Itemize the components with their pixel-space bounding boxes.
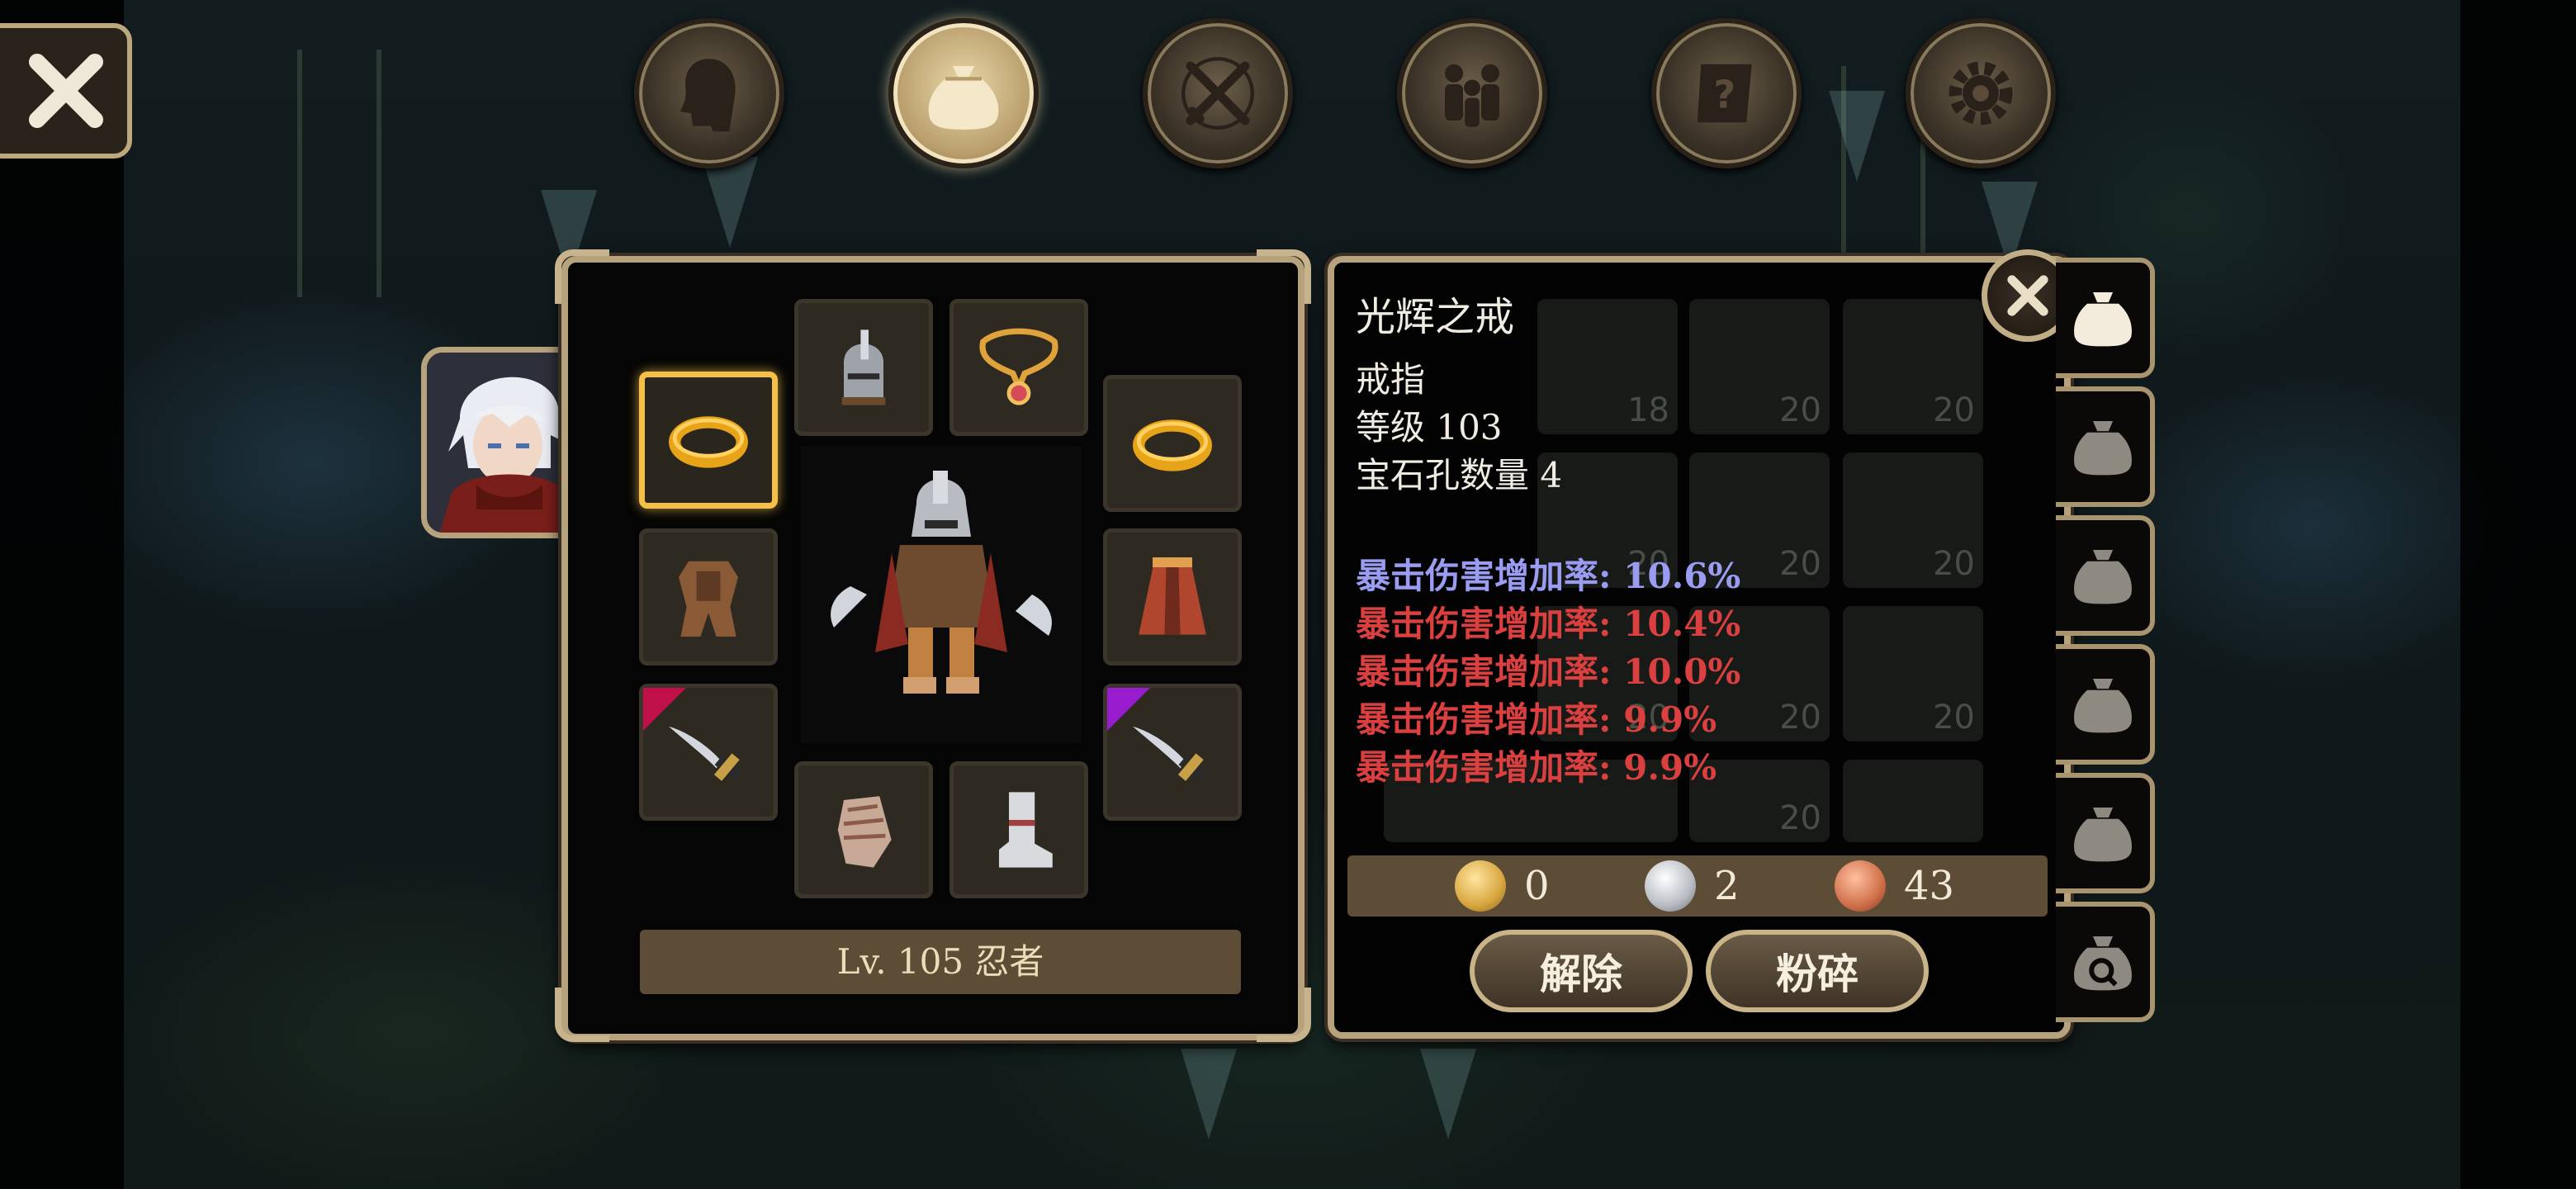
bag-icon	[2074, 292, 2132, 347]
character-preview	[801, 446, 1082, 743]
item-level: 等级 103	[1356, 407, 1503, 448]
svg-text:?: ?	[1713, 73, 1735, 117]
bag-page-tab-2[interactable]	[2056, 386, 2155, 507]
settings-tab[interactable]	[1906, 18, 2056, 168]
unequip-button[interactable]: 解除	[1470, 930, 1693, 1012]
rarity-marker	[643, 688, 686, 731]
boots-icon	[999, 792, 1053, 868]
silver-amount: 2	[1714, 863, 1740, 909]
smash-button[interactable]: 粉碎	[1706, 930, 1929, 1012]
inventory-slot-faded	[1843, 760, 1983, 842]
armor-slot[interactable]	[639, 528, 778, 666]
bag-page-tab-4[interactable]	[2056, 644, 2155, 765]
gear-icon	[1949, 61, 2013, 126]
profile-tab[interactable]	[634, 18, 784, 168]
bag-search-tab[interactable]	[2056, 902, 2155, 1022]
right-shadow	[2460, 0, 2576, 1189]
gold-coin-icon	[1455, 860, 1506, 912]
close-icon	[29, 54, 103, 128]
necklace-slot[interactable]	[949, 299, 1088, 436]
necklace-icon	[979, 328, 1058, 405]
bag-icon	[928, 66, 999, 130]
item-attribute-line: 暴击伤害增加率: 10.6%	[1356, 556, 1741, 596]
close-icon	[2007, 275, 2048, 316]
gauntlet-icon	[837, 796, 892, 868]
waterfall-marker	[1829, 91, 1885, 182]
waterfall-marker	[702, 157, 758, 248]
bag-icon	[2074, 421, 2132, 476]
weapon-right-slot[interactable]	[1103, 684, 1242, 821]
gold-ring-icon	[669, 416, 748, 468]
left-shadow	[0, 0, 124, 1189]
ring-right-slot[interactable]	[1103, 375, 1242, 512]
frame-corner	[1257, 249, 1311, 304]
close-menu-button[interactable]	[0, 23, 132, 159]
bag-tab[interactable]	[888, 18, 1039, 168]
item-attribute-line: 暴击伤害增加率: 9.9%	[1356, 747, 1717, 788]
item-socket-count: 宝石孔数量 4	[1356, 455, 1563, 495]
item-attribute-line: 暴击伤害增加率: 10.0%	[1356, 651, 1741, 692]
bag-search-icon	[2074, 936, 2132, 991]
bag-page-tab-1[interactable]	[2056, 258, 2155, 378]
inventory-slot-faded: 20	[1843, 452, 1983, 588]
gold-amount: 0	[1524, 863, 1550, 909]
rarity-marker	[1107, 688, 1150, 731]
bag-page-tab-5[interactable]	[2056, 773, 2155, 893]
helmet-icon	[841, 329, 886, 405]
bag-icon	[2074, 550, 2132, 604]
weapon-left-slot[interactable]	[639, 684, 778, 821]
item-attribute-line: 暴击伤害增加率: 9.9%	[1356, 699, 1717, 740]
bag-page-tab-3[interactable]	[2056, 515, 2155, 636]
copper-coin-icon	[1835, 860, 1886, 912]
silver-coin-icon	[1645, 860, 1696, 912]
skills-tab[interactable]	[1143, 18, 1293, 168]
scroll-question-icon: ?	[1697, 64, 1752, 123]
bag-icon	[2074, 679, 2132, 733]
ninja-character-sprite	[831, 471, 1052, 694]
helmet-slot[interactable]	[794, 299, 933, 436]
waterfall-marker	[1420, 1049, 1476, 1139]
waterfall-marker	[1181, 1049, 1237, 1139]
bag-icon	[2074, 808, 2132, 862]
cloak-slot[interactable]	[1103, 528, 1242, 666]
gloves-slot[interactable]	[794, 761, 933, 898]
frame-corner	[555, 988, 609, 1042]
frame-corner	[1257, 988, 1311, 1042]
copper-amount: 43	[1904, 863, 1955, 909]
ring-left-slot[interactable]	[639, 372, 778, 509]
inventory-slot-faded: 20	[1843, 606, 1983, 741]
head-silhouette-icon	[680, 59, 736, 132]
inventory-slot-faded: 20	[1689, 299, 1830, 434]
party-tab[interactable]	[1397, 18, 1547, 168]
tree-trunk	[297, 50, 381, 297]
frame-corner	[555, 249, 609, 304]
people-icon	[1445, 64, 1499, 127]
boots-slot[interactable]	[949, 761, 1088, 898]
item-type: 戒指	[1356, 359, 1426, 400]
cloak-icon	[1139, 557, 1206, 635]
currency-bar: 0 2 43	[1347, 855, 2048, 917]
gold-ring-icon	[1133, 419, 1212, 471]
item-attribute-line: 暴击伤害增加率: 10.4%	[1356, 604, 1741, 644]
quest-tab[interactable]: ?	[1651, 18, 1802, 168]
item-name: 光辉之戒	[1356, 294, 1515, 340]
crossed-swords-icon	[1181, 57, 1254, 130]
inventory-slot-faded: 20	[1843, 299, 1983, 434]
inventory-slot-faded: 18	[1537, 299, 1678, 434]
armor-icon	[679, 561, 738, 637]
character-level-class: Lv. 105 忍者	[640, 930, 1241, 994]
